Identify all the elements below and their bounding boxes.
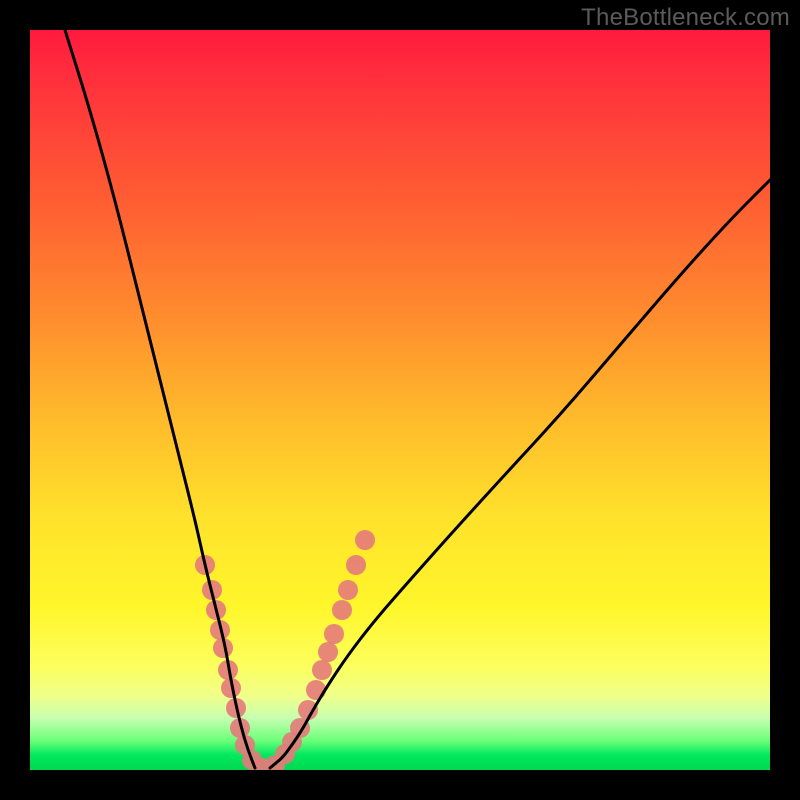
- plot-area: [30, 30, 770, 770]
- data-spot: [332, 600, 352, 620]
- data-spot: [324, 624, 344, 644]
- data-spot: [355, 530, 375, 550]
- watermark-text: TheBottleneck.com: [581, 4, 790, 32]
- data-spot: [312, 660, 332, 680]
- data-spot: [346, 555, 366, 575]
- curve-left-branch: [65, 30, 255, 768]
- spots-layer: [195, 530, 375, 770]
- chart-svg: [30, 30, 770, 770]
- data-spot: [306, 680, 326, 700]
- data-spot: [338, 580, 358, 600]
- curve-right-branch: [270, 180, 770, 768]
- frame: TheBottleneck.com: [0, 0, 800, 800]
- data-spot: [318, 642, 338, 662]
